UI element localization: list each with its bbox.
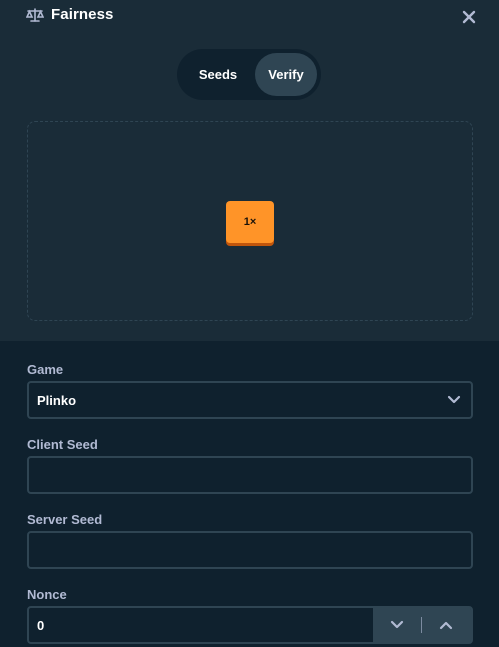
chevron-down-icon [447,395,461,405]
server-seed-input[interactable] [29,533,471,567]
game-select[interactable]: Plinko [27,381,473,419]
chevron-down-icon [390,620,404,630]
client-seed-input[interactable] [29,458,471,492]
chevron-up-icon [439,620,453,630]
server-seed-field [27,531,473,569]
modal-title: Fairness [51,6,114,23]
stepper-divider [421,617,422,633]
server-seed-label: Server Seed [27,512,103,527]
game-label: Game [27,362,64,377]
seeds-verify-tabs: Seeds Verify [177,49,321,100]
nonce-label: Nonce [27,587,67,602]
fairness-modal: Fairness Seeds Verify 1× Game Plinko Cli… [0,0,499,647]
nonce-stepper [373,606,471,644]
nonce-field [27,606,473,644]
scale-icon [26,7,44,23]
client-seed-label: Client Seed [27,437,98,452]
client-seed-field [27,456,473,494]
close-icon[interactable] [461,9,477,25]
modal-title-group: Fairness [26,6,114,23]
modal-header: Fairness [0,0,499,36]
tab-verify[interactable]: Verify [255,53,317,96]
multiplier-chip: 1× [226,201,274,243]
nonce-decrement-button[interactable] [373,606,421,644]
nonce-increment-button[interactable] [422,606,470,644]
game-select-value: Plinko [37,393,77,408]
verify-form: Game Plinko Client Seed Server Seed Nonc… [0,341,499,647]
tab-seeds[interactable]: Seeds [181,53,255,96]
